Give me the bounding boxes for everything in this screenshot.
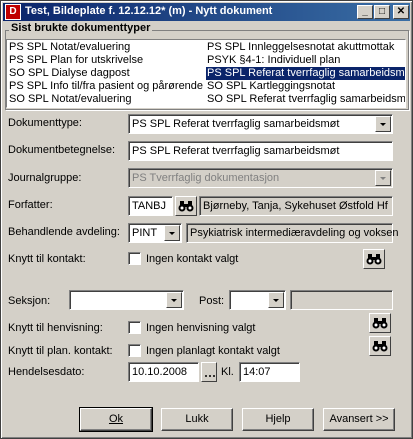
seksjon-select[interactable] [69, 290, 184, 310]
dialog-window: D Test, Bildeplate f. 12.12.12* (m) - Ny… [0, 0, 413, 439]
list-item[interactable]: PSYK §4-1: Individuell plan [206, 54, 341, 67]
henvisning-checkbox-label: Ingen henvisning valgt [146, 322, 256, 334]
maximize-button[interactable]: □ [374, 5, 390, 19]
kontakt-checkbox-label: Ingen kontakt valgt [146, 253, 239, 265]
list-item[interactable]: SO SPL Referat tverrfaglig samarbeidsmøt [206, 93, 405, 106]
chevron-down-icon[interactable] [164, 225, 180, 241]
forfatter-code: TANBJ [132, 200, 167, 212]
henvisning-checkbox[interactable] [128, 321, 141, 334]
post-name-field [290, 290, 393, 310]
kontakt-checkbox[interactable] [128, 252, 141, 265]
dokumentbetegnelse-field[interactable]: PS SPL Referat tverrfaglig samarbeidsmøt [128, 141, 393, 161]
forfatter-search-button[interactable] [175, 196, 197, 216]
avdeling-select[interactable]: PINT [128, 223, 182, 243]
recent-doctypes-list[interactable]: PS SPL Notat/evaluering PS SPL Plan for … [6, 39, 406, 108]
hjelp-button[interactable]: Hjelp [242, 408, 314, 431]
henvisning-search-button[interactable] [369, 313, 391, 333]
title-bar[interactable]: D Test, Bildeplate f. 12.12.12* (m) - Ny… [3, 3, 410, 21]
kontakt-label: Knytt til kontakt: [8, 253, 86, 265]
forfatter-code-field[interactable]: TANBJ [128, 196, 173, 216]
time-label: Kl. [221, 366, 234, 378]
forfatter-label: Forfatter: [8, 199, 53, 211]
date-field[interactable]: 10.10.2008 [128, 362, 199, 382]
dokumentbetegnelse-value: PS SPL Referat tverrfaglig samarbeidsmøt [132, 145, 340, 157]
avdeling-label: Behandlende avdeling: [8, 226, 120, 238]
time-value: 14:07 [243, 366, 271, 378]
binoculars-icon [366, 254, 382, 265]
dokumenttype-value: PS SPL Referat tverrfaglig samarbeidsmøt [132, 118, 340, 130]
journalgruppe-label: Journalgruppe: [8, 172, 82, 184]
list-item[interactable]: PS SPL Info til/fra pasient og pårørende [8, 80, 204, 93]
lukk-button[interactable]: Lukk [161, 408, 233, 431]
avansert-button[interactable]: Avansert >> [323, 408, 395, 431]
list-item[interactable]: SO SPL Kartleggingsnotat [206, 80, 336, 93]
list-item[interactable]: PS SPL Notat/evaluering [8, 41, 131, 54]
app-icon: D [5, 4, 21, 20]
dokumenttype-label: Dokumenttype: [8, 117, 82, 129]
ellipsis-icon [205, 375, 215, 377]
forfatter-name: Bjørneby, Tanja, Sykehuset Østfold Hf [203, 200, 388, 212]
list-item[interactable]: SO SPL Notat/evaluering [8, 93, 133, 106]
henvisning-label: Knytt til henvisning: [8, 322, 103, 334]
minimize-button[interactable]: _ [357, 5, 373, 19]
binoculars-icon [372, 341, 388, 352]
ok-button-label: Ok [108, 413, 124, 425]
kontakt-search-button[interactable] [363, 249, 385, 269]
dokumentbetegnelse-label: Dokumentbetegnelse: [8, 144, 116, 156]
seksjon-label: Seksjon: [8, 295, 51, 307]
chevron-down-icon[interactable] [268, 292, 284, 308]
lukk-button-label: Lukk [185, 413, 209, 425]
post-select[interactable] [229, 290, 286, 310]
plan-kontakt-checkbox-label: Ingen planlagt kontakt valgt [146, 345, 280, 357]
chevron-down-icon [375, 170, 391, 186]
hendelsesdato-label: Hendelsesdato: [8, 366, 85, 378]
plan-kontakt-search-button[interactable] [369, 336, 391, 356]
window-title: Test, Bildeplate f. 12.12.12* (m) - Nytt… [25, 5, 273, 17]
recent-doctypes-title: Sist brukte dokumenttyper [9, 22, 153, 34]
binoculars-icon [178, 201, 194, 212]
time-field[interactable]: 14:07 [239, 362, 300, 382]
dokumenttype-select[interactable]: PS SPL Referat tverrfaglig samarbeidsmøt [128, 114, 393, 134]
plan-kontakt-checkbox[interactable] [128, 344, 141, 357]
date-picker-button[interactable] [201, 362, 217, 382]
chevron-down-icon[interactable] [166, 292, 182, 308]
journalgruppe-select: PS Tverrfaglig dokumentasjon [128, 168, 393, 188]
avansert-button-label: Avansert >> [329, 413, 389, 425]
list-item[interactable]: SO SPL Dialyse dagpost [8, 67, 131, 80]
avdeling-code: PINT [132, 227, 158, 239]
list-item[interactable]: PS SPL Innleggelsesnotat akuttmottak [206, 41, 395, 54]
list-item-selected[interactable]: PS SPL Referat tverrfaglig samarbeidsmøt [206, 67, 405, 80]
ok-button[interactable]: Ok [79, 407, 153, 432]
plan-kontakt-label: Knytt til plan. kontakt: [8, 345, 113, 357]
binoculars-icon [372, 318, 388, 329]
avdeling-name: Psykiatrisk intermediæravdeling og vokse… [190, 227, 399, 239]
avdeling-name-field: Psykiatrisk intermediæravdeling og vokse… [186, 223, 398, 243]
chevron-down-icon[interactable] [375, 116, 391, 132]
journalgruppe-value: PS Tverrfaglig dokumentasjon [132, 172, 280, 184]
close-button[interactable]: ✕ [393, 5, 409, 19]
date-value: 10.10.2008 [132, 366, 188, 378]
forfatter-name-field: Bjørneby, Tanja, Sykehuset Østfold Hf [199, 196, 393, 216]
list-item[interactable]: PS SPL Plan for utskrivelse [8, 54, 144, 67]
hjelp-button-label: Hjelp [265, 413, 291, 425]
post-label: Post: [199, 295, 225, 307]
